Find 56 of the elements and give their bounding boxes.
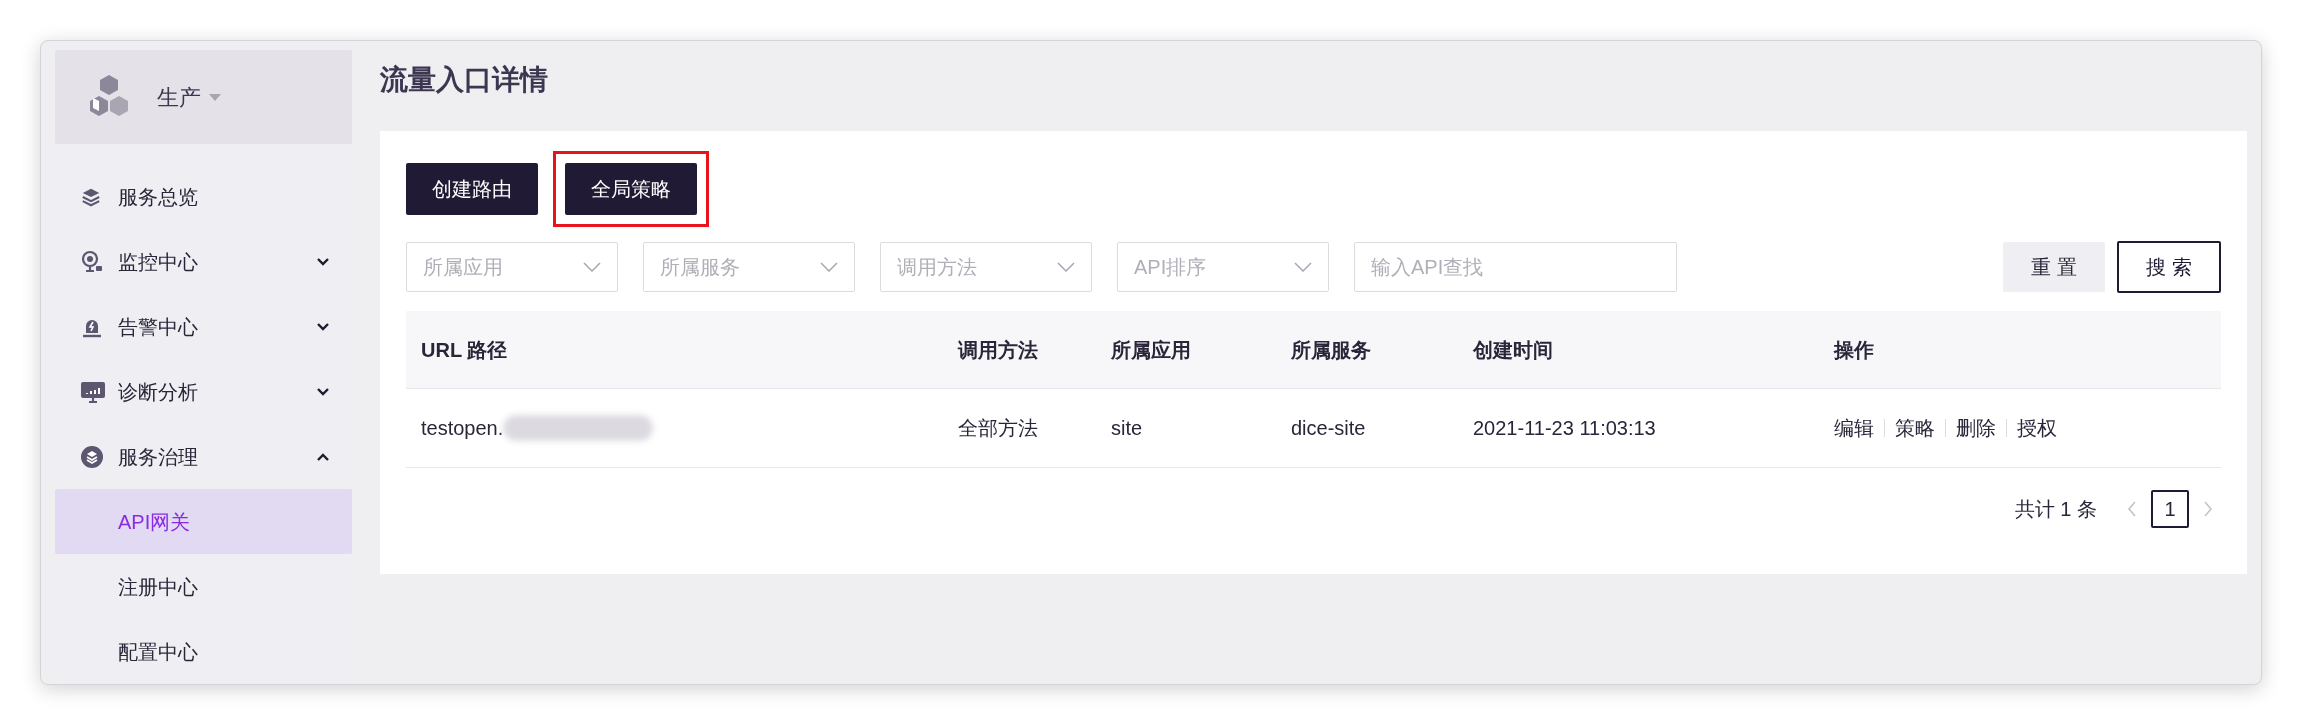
column-header: URL 路径	[421, 338, 508, 361]
menu-item[interactable]: 服务治理	[55, 424, 352, 489]
search-field[interactable]: 输入API查找	[1354, 242, 1677, 292]
page-number[interactable]: 1	[2151, 490, 2189, 528]
page-title: 流量入口详情	[380, 63, 549, 97]
menu-item[interactable]: 诊断分析	[55, 359, 352, 424]
select-placeholder: API排序	[1134, 255, 1207, 280]
submenu-item[interactable]: API网关	[55, 489, 352, 554]
column-header: 创建时间	[1473, 338, 1553, 361]
column-header: 所属服务	[1291, 338, 1371, 361]
chevron-down-icon	[1294, 262, 1312, 272]
action-button[interactable]: 创建路由	[406, 163, 538, 215]
webcam-icon	[80, 249, 104, 274]
select-placeholder: 所属服务	[660, 255, 740, 280]
reset-button[interactable]: 重 置	[2003, 242, 2105, 292]
action-link[interactable]: 授权	[2017, 413, 2057, 443]
action-link[interactable]: 策略	[1895, 413, 1935, 443]
chevron-down-icon	[316, 386, 330, 397]
submenu-item[interactable]: 注册中心	[55, 554, 352, 619]
menu-item[interactable]: 监控中心	[55, 229, 352, 294]
table-cell: 全部方法	[958, 417, 1038, 439]
action-link[interactable]: 编辑	[1834, 413, 1874, 443]
menu-label: 告警中心	[118, 314, 198, 340]
chevron-down-icon	[316, 321, 330, 332]
table-cell: 2021-11-23 11:03:13	[1473, 417, 1656, 439]
chevron-right-icon[interactable]	[2203, 501, 2213, 517]
action-link[interactable]: 删除	[1956, 413, 1996, 443]
chevron-left-icon[interactable]	[2127, 501, 2137, 517]
menu-item[interactable]: 服务总览	[55, 164, 352, 229]
chevron-down-icon	[820, 262, 838, 272]
environment-selector[interactable]: 生产	[55, 50, 352, 144]
chevron-down-icon	[583, 262, 601, 272]
chevron-down-icon	[1057, 262, 1075, 272]
menu-item[interactable]: 告警中心	[55, 294, 352, 359]
table-cell: site	[1111, 417, 1143, 439]
select-placeholder: 所属应用	[423, 255, 503, 280]
governance-icon	[80, 444, 104, 469]
monitor-chart-icon	[80, 379, 106, 404]
column-header: 调用方法	[958, 338, 1038, 361]
submenu-item[interactable]: 配置中心	[55, 619, 352, 684]
menu-label: 服务总览	[118, 184, 198, 210]
search-button[interactable]: 搜 索	[2117, 241, 2221, 293]
column-header: 所属应用	[1111, 338, 1191, 361]
menu-label: 监控中心	[118, 249, 198, 275]
table-cell: dice-site	[1291, 417, 1366, 439]
action-button[interactable]: 全局策略	[565, 163, 697, 215]
menu-label: 服务治理	[118, 444, 198, 470]
chevron-up-icon	[316, 451, 330, 462]
environment-label: 生产	[157, 83, 201, 112]
chevron-down-icon	[316, 256, 330, 267]
table-cell-text: testopen.	[421, 416, 504, 441]
total-count: 共计 1 条	[2014, 497, 2097, 522]
column-header: 操作	[1834, 338, 1874, 361]
select-placeholder: 调用方法	[897, 255, 977, 280]
caret-down-icon	[209, 93, 221, 101]
menu-label: 诊断分析	[118, 379, 198, 405]
